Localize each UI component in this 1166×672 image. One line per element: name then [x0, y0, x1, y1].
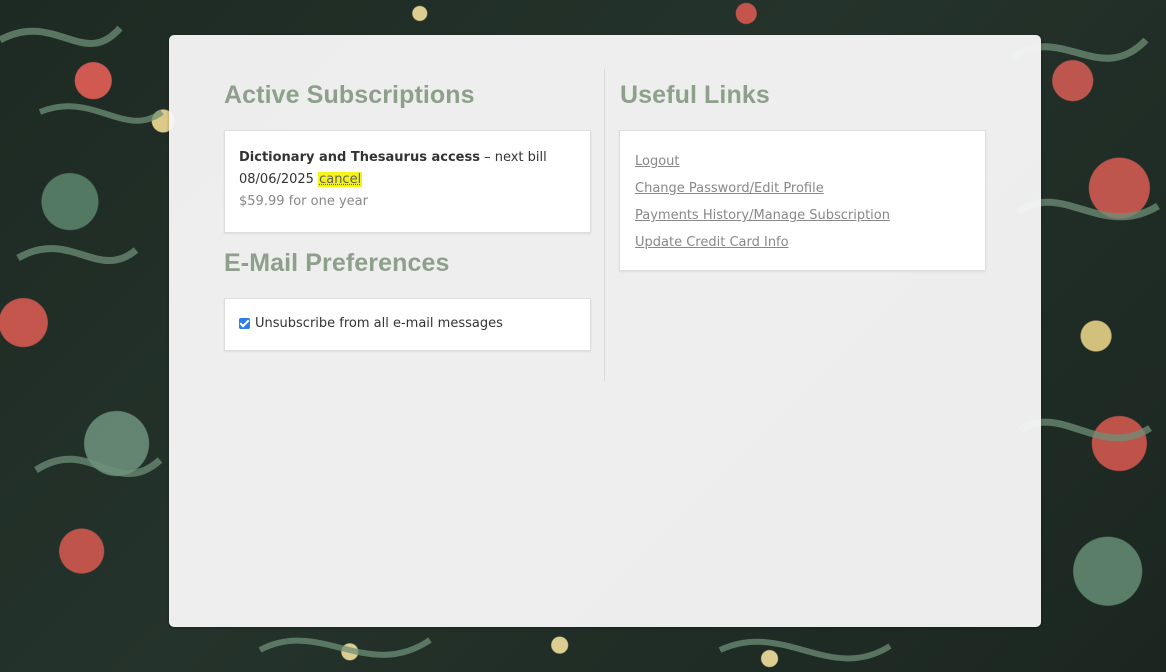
- subscription-details: Dictionary and Thesaurus access – next b…: [239, 147, 576, 191]
- active-subscriptions-title: Active Subscriptions: [224, 81, 475, 109]
- useful-links-title: Useful Links: [620, 81, 770, 109]
- update-credit-card-link[interactable]: Update Credit Card Info: [635, 229, 970, 256]
- subscription-name: Dictionary and Thesaurus access: [239, 150, 480, 165]
- email-preferences-card: Unsubscribe from all e-mail messages: [224, 298, 591, 351]
- payments-history-link[interactable]: Payments History/Manage Subscription: [635, 202, 970, 229]
- unsubscribe-option[interactable]: Unsubscribe from all e-mail messages: [239, 316, 576, 331]
- logout-link[interactable]: Logout: [635, 148, 970, 175]
- unsubscribe-label: Unsubscribe from all e-mail messages: [255, 316, 503, 331]
- column-divider: [604, 69, 605, 381]
- subscription-price: $59.99 for one year: [239, 194, 368, 209]
- change-password-link[interactable]: Change Password/Edit Profile: [635, 175, 970, 202]
- next-bill-label: – next bill: [479, 150, 547, 165]
- next-bill-date: 08/06/2025: [239, 172, 314, 187]
- subscription-card: Dictionary and Thesaurus access – next b…: [224, 130, 591, 233]
- useful-links-card: Logout Change Password/Edit Profile Paym…: [619, 130, 986, 271]
- unsubscribe-checkbox[interactable]: [239, 318, 250, 329]
- email-preferences-title: E-Mail Preferences: [224, 249, 450, 277]
- account-panel: Active Subscriptions Dictionary and Thes…: [169, 35, 1041, 627]
- cancel-subscription-link[interactable]: cancel: [318, 172, 363, 187]
